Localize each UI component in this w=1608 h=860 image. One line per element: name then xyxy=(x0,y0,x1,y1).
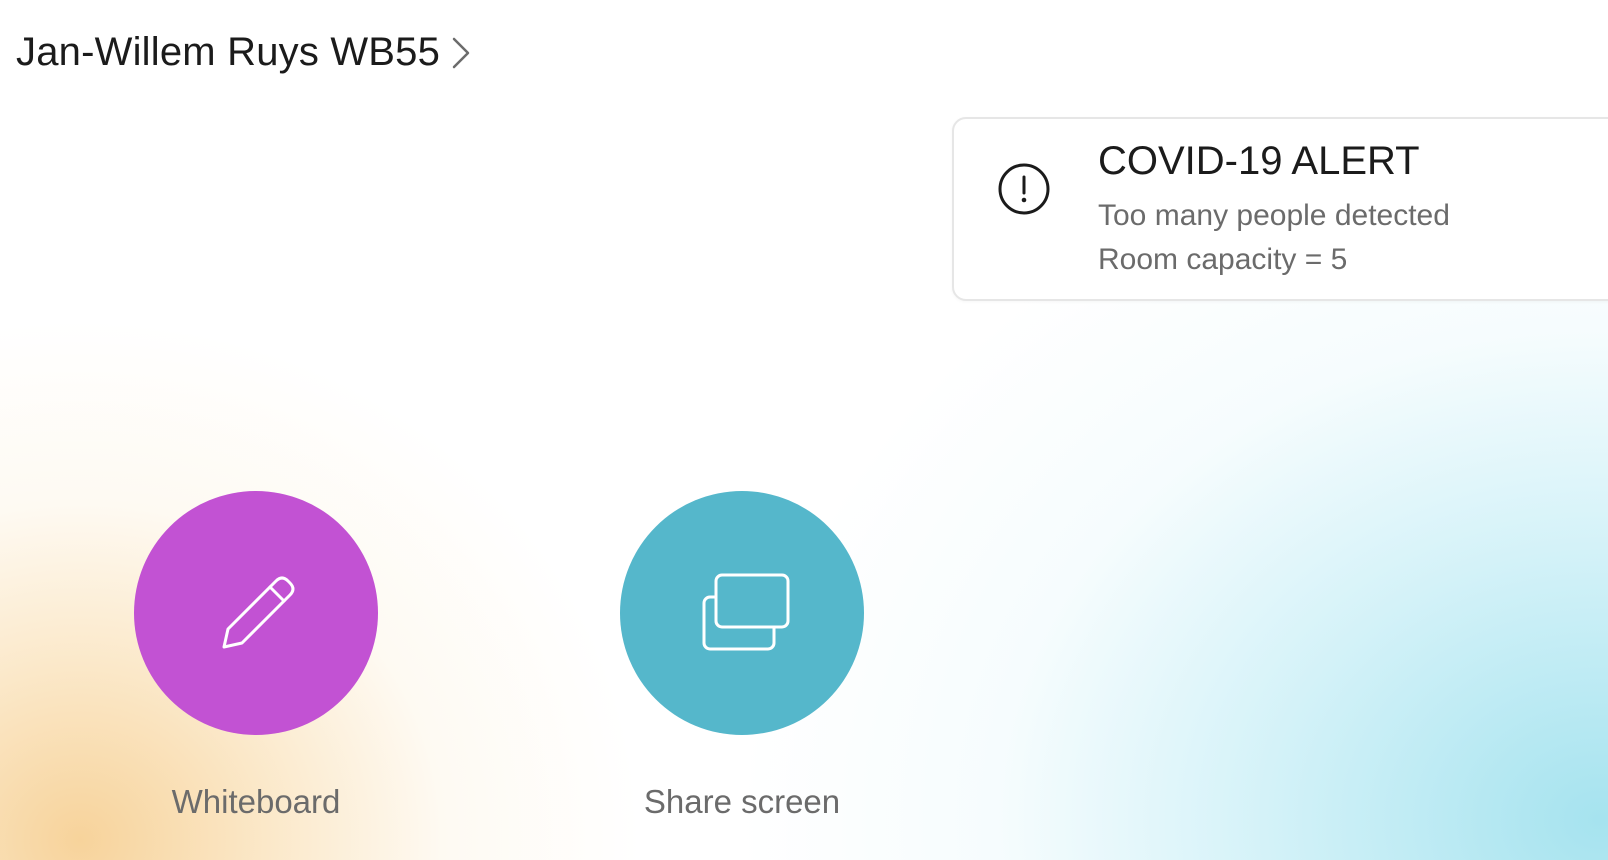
whiteboard-button[interactable]: Whiteboard xyxy=(134,491,378,821)
pencil-icon xyxy=(206,561,306,666)
alert-message: Too many people detected xyxy=(1098,199,1450,232)
share-screen-circle[interactable] xyxy=(620,491,864,735)
exclamation-circle-icon xyxy=(996,161,1052,217)
room-name-header[interactable]: Jan-Willem Ruys WB55 xyxy=(16,30,472,75)
share-screen-label: Share screen xyxy=(643,783,841,820)
whiteboard-label: Whiteboard xyxy=(171,783,341,820)
chevron-right-icon xyxy=(450,36,472,70)
whiteboard-circle[interactable] xyxy=(134,491,378,735)
room-name-title: Jan-Willem Ruys WB55 xyxy=(16,30,441,74)
alert-title: COVID-19 ALERT xyxy=(1098,139,1420,183)
covid-alert-card[interactable]: COVID-19 ALERT Too many people detected … xyxy=(952,117,1608,301)
share-screen-icon xyxy=(692,561,792,666)
share-screen-button[interactable]: Share screen xyxy=(620,491,864,821)
alert-room-capacity: Room capacity = 5 xyxy=(1098,243,1348,276)
